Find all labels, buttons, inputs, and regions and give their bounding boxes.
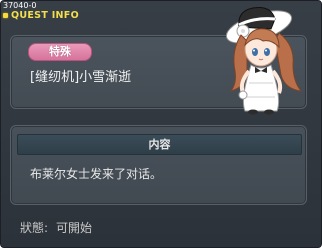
window-title: QUEST INFO (11, 10, 79, 21)
status-label: 狀態: (20, 221, 49, 235)
status-row: 狀態: 可開始 (20, 220, 92, 236)
quest-content-panel: 内容 布莱尔女士发来了对话。 (10, 125, 307, 205)
content-text: 布莱尔女士发来了对话。 (30, 167, 163, 181)
quest-title-icon (3, 13, 8, 18)
quest-name: [缝纫机]小雪渐逝 (30, 70, 132, 85)
npc-portrait-icon (225, 7, 303, 115)
quest-info-window: 37040-0 QUEST INFO 特殊 [缝纫机]小雪渐逝 内容 布莱尔女士… (0, 0, 322, 248)
content-header: 内容 (17, 134, 302, 155)
quest-id: 37040-0 (3, 1, 37, 10)
status-value: 可開始 (56, 221, 93, 235)
category-badge: 特殊 (28, 43, 92, 61)
